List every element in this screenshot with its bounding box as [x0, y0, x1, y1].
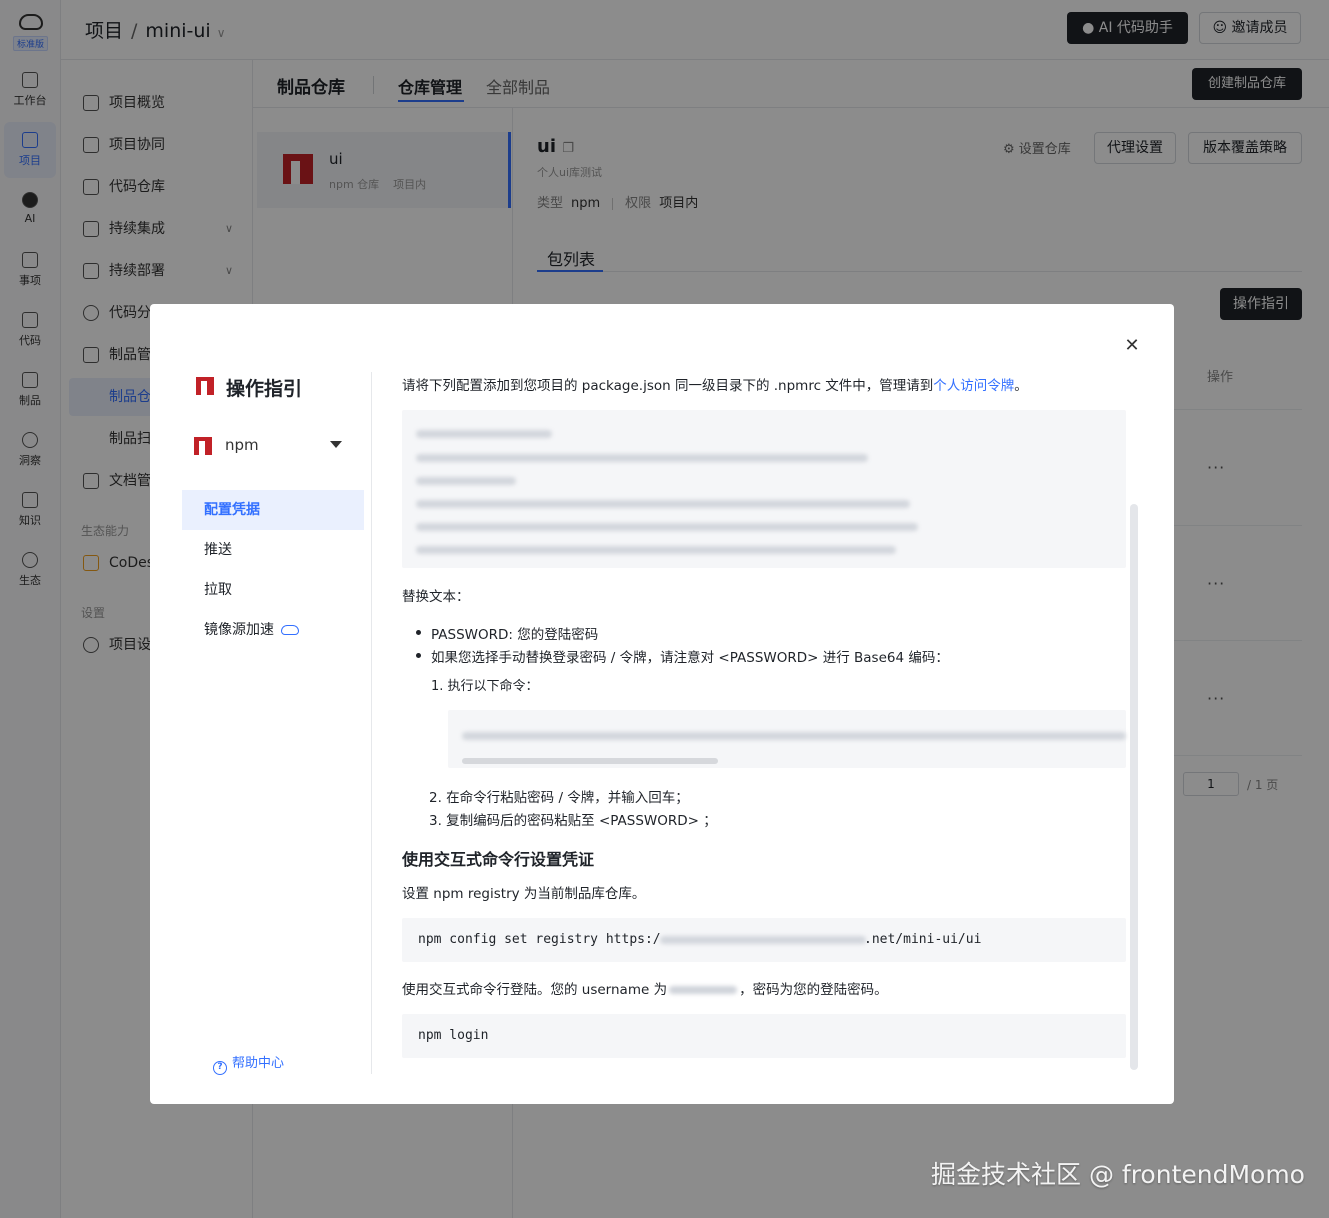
- bullet-password: PASSWORD: 您的登陆密码: [431, 627, 599, 643]
- npmrc-code-block: [402, 410, 1126, 568]
- redacted-line: [416, 477, 516, 485]
- selected-type: npm: [225, 436, 259, 454]
- guide-nav-credentials[interactable]: 配置凭据: [182, 490, 364, 530]
- help-center-link[interactable]: ? 帮助中心: [213, 1052, 284, 1075]
- bullet-dot: [416, 630, 421, 635]
- interactive-heading: 使用交互式命令行设置凭证: [402, 850, 595, 869]
- step-1: 1. 执行以下命令：: [431, 679, 539, 694]
- vertical-scrollbar[interactable]: [1130, 504, 1138, 1070]
- registry-command-block: npm config set registry https:/ .net/min…: [402, 918, 1126, 962]
- guide-content: 请将下列配置添加到您项目的 package.json 同一级目录下的 .npmr…: [402, 304, 1142, 1104]
- guide-nav-pull[interactable]: 拉取: [182, 570, 364, 610]
- redacted-line: [416, 523, 918, 531]
- guide-nav-mirror[interactable]: 镜像源加速: [182, 610, 364, 650]
- access-token-link[interactable]: 个人访问令牌: [933, 378, 1014, 394]
- guide-nav-mirror-label: 镜像源加速: [204, 622, 274, 638]
- guide-nav-push[interactable]: 推送: [182, 530, 364, 570]
- login-text: 使用交互式命令行登陆。您的 username 为 ，密码为您的登陆密码。: [402, 978, 888, 998]
- watermark: 掘金技术社区 @ frontendMomo: [931, 1160, 1305, 1189]
- redacted-line: [416, 430, 552, 438]
- bullet-base64: 如果您选择手动替换登录密码 / 令牌，请注意对 <PASSWORD> 进行 Ba…: [431, 650, 949, 666]
- redacted-line: [462, 732, 1126, 740]
- login-cmd: npm login: [418, 1028, 489, 1043]
- login-command-block: npm login: [402, 1014, 1126, 1058]
- divider: [371, 372, 372, 1074]
- base64-command-block: [448, 710, 1126, 768]
- bullet-dot: [416, 653, 421, 658]
- redacted-host: [660, 936, 866, 944]
- intro-suffix: 。: [1014, 378, 1028, 394]
- intro-text: 请将下列配置添加到您项目的 package.json 同一级目录下的 .npmr…: [402, 374, 1028, 394]
- package-type-select[interactable]: npm: [194, 434, 346, 458]
- caret-down-icon: [330, 441, 342, 448]
- replace-heading: 替换文本：: [402, 589, 470, 605]
- login-text-prefix: 使用交互式命令行登陆。您的 username 为: [402, 982, 668, 998]
- intro-prefix: 请将下列配置添加到您项目的 package.json 同一级目录下的 .npmr…: [402, 378, 934, 394]
- set-registry-text: 设置 npm registry 为当前制品库仓库。: [402, 886, 646, 902]
- operation-guide-modal: ✕ 操作指引 npm 配置凭据 推送 拉取 镜像源加速 ? 帮助中心 请将下列配置…: [150, 304, 1174, 1104]
- question-icon: ?: [213, 1061, 227, 1075]
- modal-title: 操作指引: [196, 374, 302, 401]
- login-text-suffix: ，密码为您的登陆密码。: [739, 982, 888, 998]
- step-2: 2. 在命令行粘贴密码 / 令牌，并输入回车；: [429, 790, 689, 806]
- redacted-username: [669, 986, 738, 994]
- redacted-line: [416, 454, 868, 462]
- redacted-line: [416, 546, 896, 554]
- horizontal-scrollbar[interactable]: [462, 758, 718, 764]
- guide-sidebar: 操作指引 npm 配置凭据 推送 拉取 镜像源加速 ? 帮助中心: [150, 304, 373, 1104]
- registry-cmd-suffix: .net/mini-ui/ui: [864, 932, 982, 947]
- npm-logo-icon: [194, 437, 212, 455]
- modal-title-text: 操作指引: [226, 378, 303, 400]
- redacted-line: [416, 500, 910, 508]
- step-3: 3. 复制编码后的密码粘贴至 <PASSWORD> ；: [429, 813, 717, 829]
- registry-cmd-prefix: npm config set registry https:/: [418, 932, 661, 947]
- cloud-icon: [281, 625, 299, 635]
- help-center-label: 帮助中心: [232, 1056, 285, 1071]
